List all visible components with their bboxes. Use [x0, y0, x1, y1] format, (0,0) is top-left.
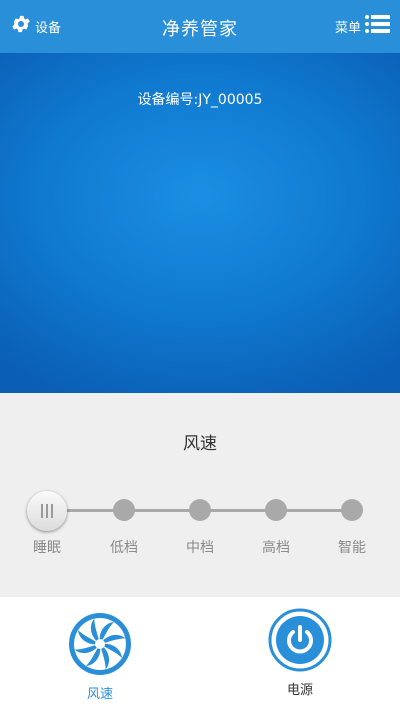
speed-stop-low[interactable] — [113, 499, 135, 521]
speed-label-high[interactable]: 高档 — [246, 537, 306, 557]
device-status-area: 设备编号:JY_00005 — [0, 53, 400, 393]
speed-stop-smart[interactable] — [341, 499, 363, 521]
power-icon — [267, 608, 333, 677]
menu-button[interactable]: 菜单 — [335, 14, 390, 38]
wind-speed-title: 风速 — [183, 434, 217, 454]
bottom-tab-bar: 风速 电源 — [0, 597, 400, 711]
speed-stop-mid[interactable] — [189, 499, 211, 521]
wind-speed-panel: 风速 睡眠 低档 中档 高档 智能 — [0, 393, 400, 597]
speed-stop-high[interactable] — [265, 499, 287, 521]
top-bar: 设备 净养管家 菜单 — [0, 0, 400, 53]
speed-label-sleep[interactable]: 睡眠 — [17, 537, 77, 557]
speed-label-mid[interactable]: 中档 — [170, 537, 230, 557]
fan-icon — [67, 613, 133, 681]
menu-button-label: 菜单 — [334, 20, 361, 36]
tab-power[interactable]: 电源 — [260, 607, 340, 698]
speed-slider-knob[interactable] — [27, 491, 67, 531]
device-id-text: 设备编号:JY_00005 — [137, 92, 263, 108]
tab-wind-speed-label: 风速 — [86, 687, 113, 702]
list-menu-icon — [364, 13, 390, 39]
tab-wind-speed[interactable]: 风速 — [60, 611, 140, 702]
tab-power-label: 电源 — [286, 683, 313, 698]
speed-label-low[interactable]: 低档 — [94, 537, 154, 557]
speed-label-smart[interactable]: 智能 — [322, 537, 382, 557]
